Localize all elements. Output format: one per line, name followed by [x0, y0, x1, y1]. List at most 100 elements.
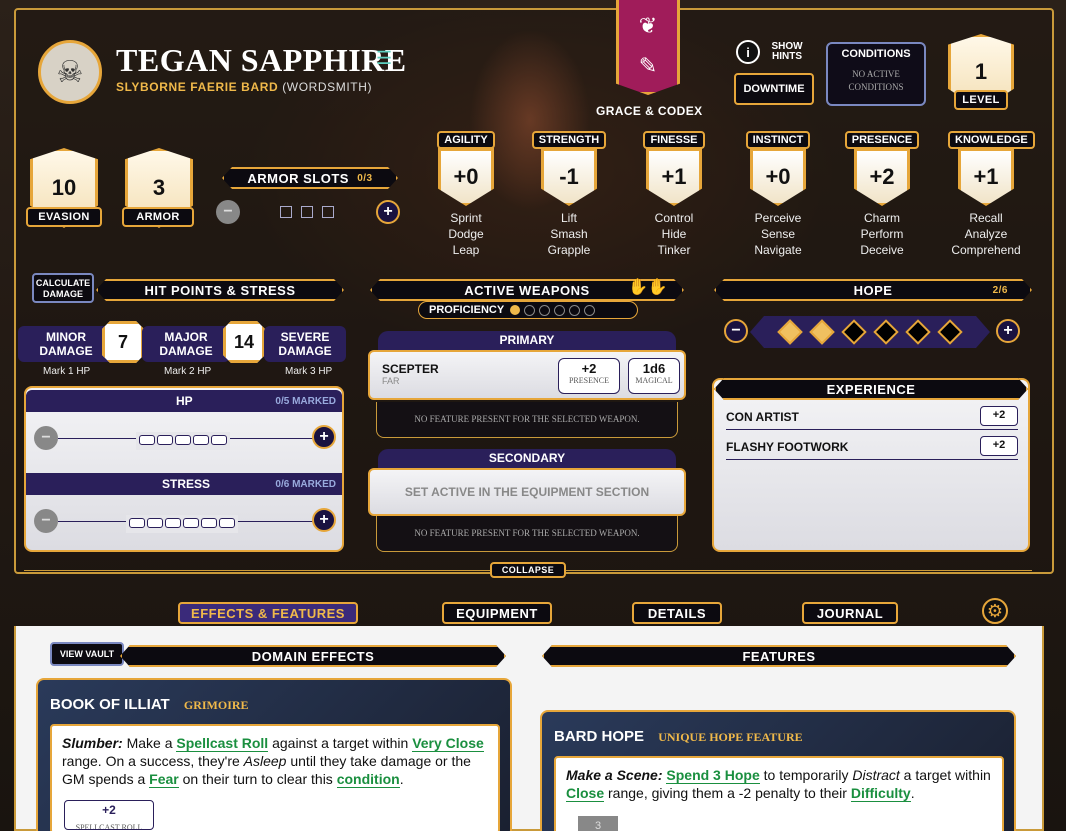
secondary-weapon-card[interactable]: SET ACTIVE IN THE EQUIPMENT SECTION: [368, 468, 686, 516]
stress-slot[interactable]: [129, 518, 145, 528]
hope-diamond[interactable]: [905, 319, 930, 344]
hp-slot[interactable]: [139, 435, 155, 445]
keyword-difficulty[interactable]: Difficulty: [850, 785, 911, 802]
divider-right: [566, 570, 1032, 571]
hope-increment[interactable]: +: [996, 319, 1020, 343]
stress-slot[interactable]: [165, 518, 181, 528]
hope-cost-badge[interactable]: 3: [578, 816, 618, 831]
proficiency-dot[interactable]: [584, 304, 596, 316]
stress-slot[interactable]: [183, 518, 199, 528]
proficiency-dot[interactable]: [539, 304, 551, 316]
hp-slots[interactable]: [136, 432, 230, 450]
hp-decrement[interactable]: −: [34, 426, 58, 450]
stress-slot[interactable]: [147, 518, 163, 528]
tab-effects-features[interactable]: EFFECTS & FEATURES: [178, 602, 358, 624]
hope-diamond[interactable]: [873, 319, 898, 344]
trait-value[interactable]: +1: [958, 148, 1014, 206]
proficiency-dot[interactable]: [554, 304, 566, 316]
stress-increment[interactable]: +: [312, 508, 336, 532]
primary-damage-roll[interactable]: 1d6 MAGICAL: [628, 358, 680, 394]
proficiency-dot[interactable]: [569, 304, 581, 316]
hp-bar: HP 0/5 MARKED: [26, 390, 342, 412]
primary-attack-roll[interactable]: +2 PRESENCE: [558, 358, 620, 394]
domain-card-title: BOOK OF ILLIAT GRIMOIRE: [50, 696, 249, 713]
domain-card[interactable]: BOOK OF ILLIAT GRIMOIRE Slumber: Make a …: [36, 678, 512, 831]
hope-decrement[interactable]: −: [724, 319, 748, 343]
view-vault-button[interactable]: VIEW VAULT: [50, 642, 124, 666]
trait-value[interactable]: +1: [646, 148, 702, 206]
stress-slot[interactable]: [201, 518, 217, 528]
stress-decrement[interactable]: −: [34, 509, 58, 533]
keyword-very-close[interactable]: Very Close: [412, 735, 484, 752]
armor-slot-2[interactable]: [301, 206, 313, 218]
stress-label: STRESS: [162, 477, 211, 491]
trait-instinct[interactable]: INSTINCT +0 Perceive Sense Navigate: [740, 130, 816, 258]
roll-label: SPELLCAST ROLL: [75, 823, 143, 830]
trait-knowledge[interactable]: KNOWLEDGE +1 Recall Analyze Comprehend: [948, 130, 1035, 258]
trait-action: Leap: [452, 243, 480, 257]
trait-presence[interactable]: PRESENCE +2 Charm Perform Deceive: [844, 130, 920, 258]
stress-slots[interactable]: [126, 515, 238, 533]
armor-slots-increment[interactable]: +: [376, 200, 400, 224]
hp-slot[interactable]: [193, 435, 209, 445]
hp-slot[interactable]: [175, 435, 191, 445]
hp-increment[interactable]: +: [312, 425, 336, 449]
severe-damage-label: SEVERE DAMAGE: [264, 326, 346, 362]
keyword-fear[interactable]: Fear: [149, 771, 179, 788]
armor-slot-1[interactable]: [280, 206, 292, 218]
experience-item[interactable]: FLASHY FOOTWORK +2: [726, 436, 1018, 460]
spellcast-roll-button[interactable]: +2 SPELLCAST ROLL: [64, 800, 154, 830]
conditions-box[interactable]: CONDITIONS NO ACTIVE CONDITIONS: [826, 42, 926, 106]
feature-card[interactable]: BARD HOPE UNIQUE HOPE FEATURE Make a Sce…: [540, 710, 1016, 831]
trait-value[interactable]: -1: [541, 148, 597, 206]
keyword-spellcast-roll[interactable]: Spellcast Roll: [176, 735, 269, 752]
character-name[interactable]: TEGAN SAPPHIRE: [116, 42, 407, 79]
trait-action: Navigate: [754, 243, 802, 257]
trait-action: Hide: [661, 227, 687, 241]
trait-value[interactable]: +0: [750, 148, 806, 206]
hope-diamond[interactable]: [777, 319, 802, 344]
armor-slots-label: ARMOR SLOTS: [247, 170, 349, 186]
collapse-button[interactable]: COLLAPSE: [490, 562, 566, 578]
trait-strength[interactable]: STRENGTH -1 Lift Smash Grapple: [531, 130, 607, 258]
skull-icon: ☠: [56, 55, 84, 89]
proficiency-dot[interactable]: [524, 304, 536, 316]
trait-finesse[interactable]: FINESSE +1 Control Hide Tinker: [636, 130, 712, 258]
trait-agility[interactable]: AGILITY +0 Sprint Dodge Leap: [428, 130, 504, 258]
proficiency-dot[interactable]: [510, 305, 521, 315]
trait-action: Perform: [860, 227, 904, 241]
trait-action: Charm: [863, 211, 900, 225]
primary-weapon-card[interactable]: SCEPTER FAR +2 PRESENCE 1d6 MAGICAL: [368, 350, 686, 400]
hp-label: HP: [176, 394, 193, 408]
armor-slots-decrement[interactable]: −: [216, 200, 240, 224]
domain-banner[interactable]: ❦ ✎: [616, 0, 680, 95]
experience-item[interactable]: CON ARTIST +2: [726, 406, 1018, 430]
calculate-damage-button[interactable]: CALCULATE DAMAGE: [32, 273, 94, 303]
proficiency-row: PROFICIENCY: [418, 301, 638, 319]
hp-slot[interactable]: [211, 435, 227, 445]
avatar[interactable]: ☠: [38, 40, 102, 104]
trait-value[interactable]: +2: [854, 148, 910, 206]
tab-details[interactable]: DETAILS: [632, 602, 722, 624]
gear-icon[interactable]: ⚙: [982, 598, 1008, 624]
text-seg: range. On a success, they're: [62, 753, 244, 769]
info-icon[interactable]: i: [736, 40, 760, 64]
show-hints-toggle[interactable]: SHOW HINTS: [766, 42, 808, 62]
menu-icon[interactable]: ☰: [376, 48, 392, 69]
experience-bonus[interactable]: +2: [980, 406, 1018, 426]
tab-equipment[interactable]: EQUIPMENT: [442, 602, 552, 624]
hope-diamond[interactable]: [937, 319, 962, 344]
keyword-spend-hope[interactable]: Spend 3 Hope: [666, 767, 760, 784]
stress-slot[interactable]: [219, 518, 235, 528]
trait-value[interactable]: +0: [438, 148, 494, 206]
keyword-close[interactable]: Close: [566, 785, 605, 802]
keyword-condition[interactable]: condition: [336, 771, 400, 788]
experience-bonus[interactable]: +2: [980, 436, 1018, 456]
hp-slot[interactable]: [157, 435, 173, 445]
hope-diamond[interactable]: [809, 319, 834, 344]
armor-slot-3[interactable]: [322, 206, 334, 218]
tab-journal[interactable]: JOURNAL: [802, 602, 898, 624]
downtime-button[interactable]: DOWNTIME: [734, 73, 814, 105]
hope-header: HOPE 2/6: [714, 279, 1032, 301]
hope-diamond[interactable]: [841, 319, 866, 344]
